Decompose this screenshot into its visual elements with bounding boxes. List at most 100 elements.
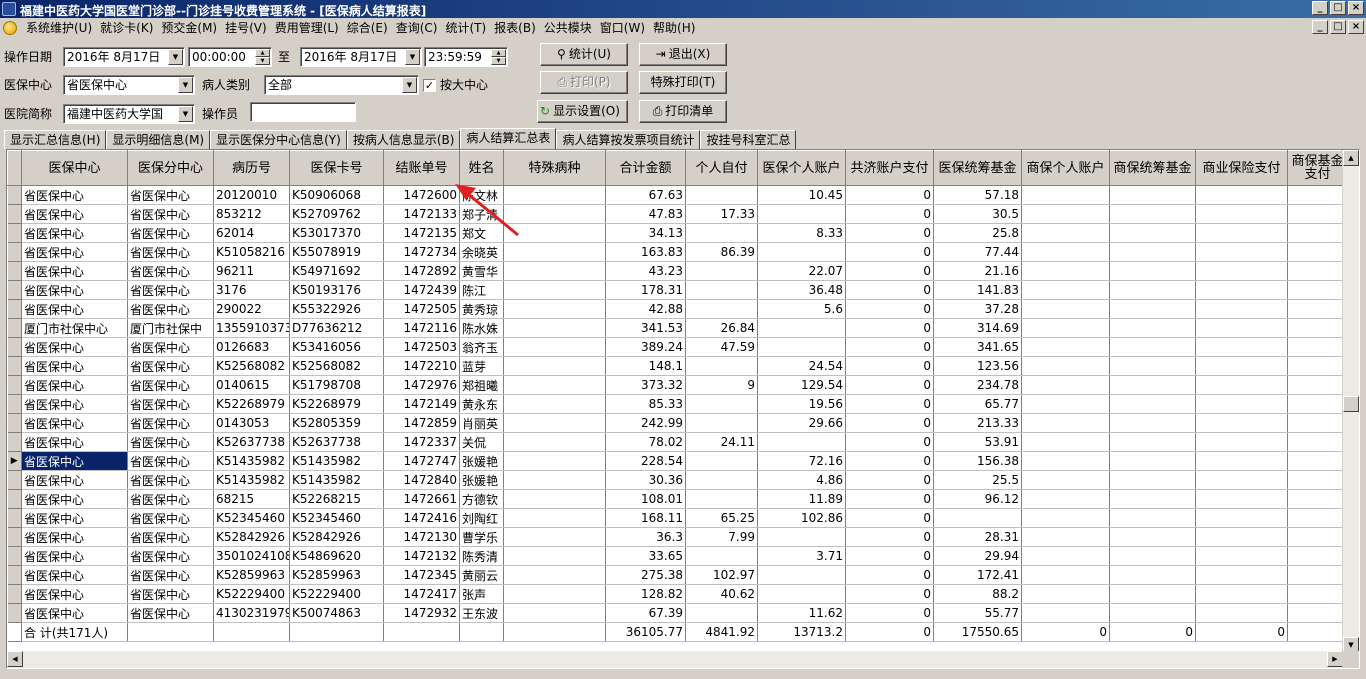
grid-cell[interactable] bbox=[1287, 451, 1348, 471]
grid-cell[interactable]: 省医保中心 bbox=[127, 603, 214, 623]
grid-cell[interactable] bbox=[1109, 508, 1196, 528]
column-header[interactable]: 特殊病种 bbox=[503, 150, 606, 186]
grid-cell[interactable]: 省医保中心 bbox=[127, 432, 214, 452]
grid-cell[interactable]: K52229400 bbox=[289, 584, 384, 604]
menu-item[interactable]: 综合(E) bbox=[345, 20, 394, 36]
grid-cell[interactable] bbox=[1195, 394, 1288, 414]
row-indicator[interactable] bbox=[7, 337, 22, 357]
grid-cell[interactable] bbox=[1109, 565, 1196, 585]
grid-cell[interactable]: 156.38 bbox=[933, 451, 1022, 471]
minimize-button[interactable]: _ bbox=[1312, 1, 1328, 15]
grid-cell[interactable] bbox=[503, 451, 606, 471]
grid-cell[interactable]: 373.32 bbox=[605, 375, 686, 395]
grid-cell[interactable]: 0 bbox=[1109, 622, 1196, 642]
grid-cell[interactable]: 88.2 bbox=[933, 584, 1022, 604]
grid-cell[interactable] bbox=[1021, 584, 1110, 604]
grid-cell[interactable]: 0 bbox=[845, 280, 934, 300]
grid-cell[interactable]: K51058216 bbox=[213, 242, 290, 262]
grid-cell[interactable] bbox=[1109, 584, 1196, 604]
grid-cell[interactable] bbox=[503, 337, 606, 357]
table-row[interactable]: 省医保中心 省医保中心 K52268979 K52268979 1472149 黄永东 85… bbox=[7, 394, 1348, 414]
grid-cell[interactable] bbox=[1195, 508, 1288, 528]
grid-cell[interactable] bbox=[1021, 299, 1110, 319]
grid-cell[interactable]: 0143053 bbox=[213, 413, 290, 433]
grid-cell[interactable]: 1472505 bbox=[383, 299, 460, 319]
grid-cell[interactable]: 389.24 bbox=[605, 337, 686, 357]
grid-cell[interactable] bbox=[1195, 470, 1288, 490]
grid-cell[interactable] bbox=[1195, 375, 1288, 395]
grid-cell[interactable]: K52268979 bbox=[289, 394, 384, 414]
mdi-restore-button[interactable]: □ bbox=[1330, 20, 1346, 34]
grid-cell[interactable]: 341.65 bbox=[933, 337, 1022, 357]
grid-cell[interactable]: K52268215 bbox=[289, 489, 384, 509]
grid-cell[interactable] bbox=[1021, 280, 1110, 300]
grid-cell[interactable] bbox=[289, 622, 384, 642]
grid-cell[interactable]: 厦门市社保中 bbox=[127, 318, 214, 338]
grid-cell[interactable]: 1472932 bbox=[383, 603, 460, 623]
grid-cell[interactable]: K50906068 bbox=[289, 185, 384, 205]
grid-cell[interactable]: 省医保中心 bbox=[21, 546, 128, 566]
grid-cell[interactable]: 方德钦 bbox=[459, 489, 504, 509]
grid-cell[interactable]: K51435982 bbox=[213, 451, 290, 471]
table-row[interactable]: 省医保中心 省医保中心 K52637738 K52637738 1472337 关侃 78.… bbox=[7, 432, 1348, 452]
grid-cell[interactable] bbox=[757, 584, 846, 604]
grid-cell[interactable]: 853212 bbox=[213, 204, 290, 224]
print-list-button[interactable]: ⎙ 打印清单 bbox=[639, 100, 727, 123]
grid-cell[interactable] bbox=[1109, 527, 1196, 547]
table-row[interactable]: 省医保中心 省医保中心 0143053 K52805359 1472859 肖丽英 242.… bbox=[7, 413, 1348, 433]
grid-cell[interactable] bbox=[213, 622, 290, 642]
operator-input[interactable] bbox=[250, 102, 356, 122]
grid-cell[interactable] bbox=[1287, 546, 1348, 566]
grid-cell[interactable]: 24.54 bbox=[757, 356, 846, 376]
grid-cell[interactable]: 肖丽英 bbox=[459, 413, 504, 433]
grid-cell[interactable] bbox=[1195, 565, 1288, 585]
grid-cell[interactable]: 172.41 bbox=[933, 565, 1022, 585]
grid-cell[interactable]: 省医保中心 bbox=[21, 337, 128, 357]
grid-cell[interactable]: 0140615 bbox=[213, 375, 290, 395]
grid-cell[interactable] bbox=[1109, 299, 1196, 319]
grid-cell[interactable] bbox=[1287, 565, 1348, 585]
grid-cell[interactable]: K55078919 bbox=[289, 242, 384, 262]
grid-cell[interactable] bbox=[503, 413, 606, 433]
grid-cell[interactable]: 1472503 bbox=[383, 337, 460, 357]
grid-cell[interactable] bbox=[1021, 242, 1110, 262]
grid-cell[interactable]: 62014 bbox=[213, 223, 290, 243]
grid-cell[interactable] bbox=[503, 223, 606, 243]
column-header[interactable]: 医保个人账户 bbox=[757, 150, 846, 186]
grid-cell[interactable]: 郑文 bbox=[459, 223, 504, 243]
grid-cell[interactable]: 341.53 bbox=[605, 318, 686, 338]
grid-cell[interactable] bbox=[1195, 489, 1288, 509]
grid-cell[interactable]: 省医保中心 bbox=[127, 223, 214, 243]
grid-cell[interactable]: K52268979 bbox=[213, 394, 290, 414]
grid-cell[interactable]: 68215 bbox=[213, 489, 290, 509]
grid-cell[interactable]: 省医保中心 bbox=[127, 394, 214, 414]
row-indicator[interactable] bbox=[7, 223, 22, 243]
column-header[interactable]: 医保统筹基金 bbox=[933, 150, 1022, 186]
row-indicator[interactable] bbox=[7, 565, 22, 585]
close-button[interactable]: × bbox=[1348, 1, 1364, 15]
grid-cell[interactable]: 1472439 bbox=[383, 280, 460, 300]
grid-cell[interactable]: 0 bbox=[1195, 622, 1288, 642]
row-indicator[interactable] bbox=[7, 204, 22, 224]
grid-cell[interactable]: 20120010 bbox=[213, 185, 290, 205]
column-header[interactable]: 医保卡号 bbox=[289, 150, 384, 186]
chevron-down-icon[interactable]: ▼ bbox=[168, 49, 183, 65]
grid-cell[interactable] bbox=[1021, 432, 1110, 452]
column-header[interactable]: 结账单号 bbox=[383, 150, 460, 186]
grid-cell[interactable]: 关侃 bbox=[459, 432, 504, 452]
grid-cell[interactable] bbox=[685, 261, 758, 281]
grid-cell[interactable] bbox=[757, 337, 846, 357]
grid-cell[interactable] bbox=[1287, 375, 1348, 395]
grid-cell[interactable] bbox=[757, 204, 846, 224]
grid-cell[interactable] bbox=[685, 451, 758, 471]
grid-cell[interactable] bbox=[1287, 204, 1348, 224]
grid-cell[interactable]: 77.44 bbox=[933, 242, 1022, 262]
grid-cell[interactable]: K52842926 bbox=[289, 527, 384, 547]
settlement-grid[interactable]: 医保中心 医保分中心 病历号 医保卡号 结账单号 姓名 特殊病种 合计金额 个人自付 医保个人账户… bbox=[6, 149, 1360, 669]
grid-cell[interactable] bbox=[1109, 280, 1196, 300]
grid-cell[interactable] bbox=[503, 470, 606, 490]
center-select[interactable]: 省医保中心 ▼ bbox=[63, 75, 195, 95]
row-indicator[interactable] bbox=[7, 527, 22, 547]
grid-cell[interactable] bbox=[1287, 261, 1348, 281]
grid-cell[interactable] bbox=[1021, 337, 1110, 357]
